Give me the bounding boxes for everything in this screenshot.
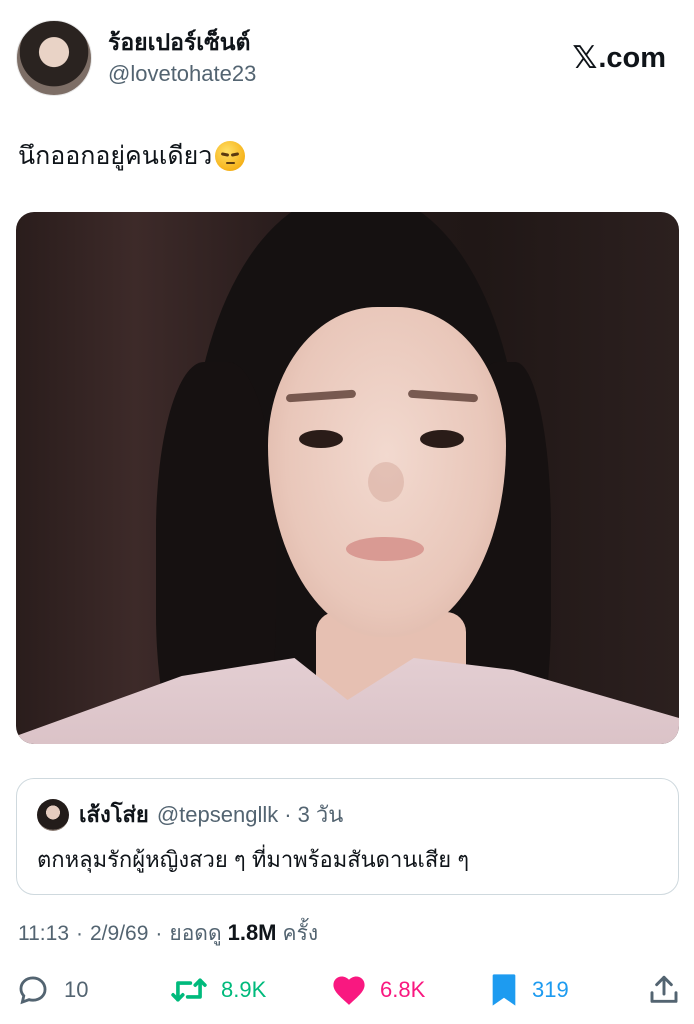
tweet-photo[interactable] xyxy=(16,212,679,744)
retweet-button[interactable]: 8.9K xyxy=(171,968,266,1012)
like-count: 6.8K xyxy=(380,977,426,1002)
meta-separator-2: · xyxy=(155,922,163,945)
tweet-screenshot: ร้อยเปอร์เซ็นต์ @lovetohate23 𝕏 .com นึกอ… xyxy=(0,0,694,1024)
retweet-icon xyxy=(171,978,207,1002)
share-icon xyxy=(650,975,678,1003)
quoted-tweet-text: ตกหลุมรักผู้หญิงสวย ๆ ที่มาพร้อมสันดานเส… xyxy=(37,847,470,872)
tweet-date[interactable]: 2/9/69 xyxy=(90,919,148,949)
tweet-actions: 10 8.9K 6.8K 319 xyxy=(16,968,680,1012)
quoted-separator: · xyxy=(284,802,292,827)
tweet-meta: 11:13 · 2/9/69 · ยอดดู 1.8M ครั้ง xyxy=(18,918,318,949)
quoted-tweet-header: เส้งโส่ย @tepsengllk · 3 วัน xyxy=(37,799,343,831)
quoted-author-handle: @tepsengllk xyxy=(156,802,279,827)
like-button[interactable]: 6.8K xyxy=(332,968,425,1012)
quoted-tweet[interactable]: เส้งโส่ย @tepsengllk · 3 วัน ตกหลุมรักผู… xyxy=(16,778,679,895)
bookmark-count: 319 xyxy=(532,977,569,1002)
reply-button[interactable]: 10 xyxy=(16,968,88,1012)
pensive-face-emoji-icon xyxy=(215,141,246,171)
bookmark-icon xyxy=(492,974,516,1006)
share-button[interactable] xyxy=(648,968,680,1012)
heart-icon xyxy=(333,976,365,1005)
x-mark-icon: 𝕏 xyxy=(572,40,598,76)
meta-separator: · xyxy=(76,922,83,945)
brand-suffix: .com xyxy=(598,41,666,74)
author-handle[interactable]: @lovetohate23 xyxy=(108,59,256,89)
x-logo: 𝕏 .com xyxy=(572,40,666,76)
quoted-time: 3 วัน xyxy=(297,802,344,827)
views-prefix: ยอดดู xyxy=(169,922,222,945)
author-avatar[interactable] xyxy=(16,20,92,96)
retweet-count: 8.9K xyxy=(221,977,267,1002)
tweet-text-body: นึกออกอยู่คนเดียว xyxy=(18,142,213,170)
quoted-author-name: เส้งโส่ย xyxy=(79,802,149,827)
author-names: ร้อยเปอร์เซ็นต์ @lovetohate23 xyxy=(108,27,256,89)
tweet-header: ร้อยเปอร์เซ็นต์ @lovetohate23 𝕏 .com xyxy=(16,18,666,98)
quoted-author-avatar xyxy=(37,799,69,831)
tweet-time[interactable]: 11:13 xyxy=(18,919,69,949)
author-display-name[interactable]: ร้อยเปอร์เซ็นต์ xyxy=(108,27,256,57)
views-count: 1.8M xyxy=(227,920,277,945)
tweet-text: นึกออกอยู่คนเดียว xyxy=(18,138,246,174)
bookmark-button[interactable]: 319 xyxy=(490,968,569,1012)
views-suffix: ครั้ง xyxy=(282,922,319,945)
reply-icon xyxy=(19,976,47,1005)
reply-count: 10 xyxy=(64,977,89,1002)
